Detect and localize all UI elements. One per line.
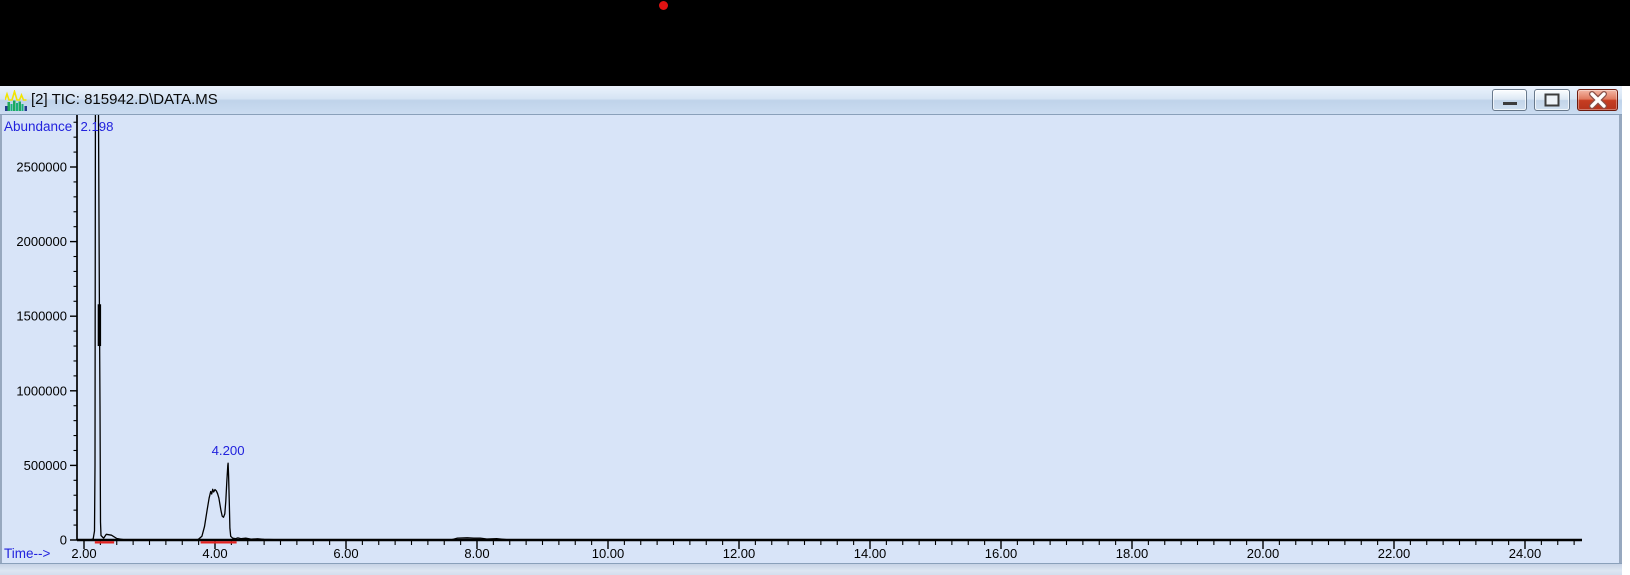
time-axis-label: Time--> bbox=[4, 546, 50, 561]
x-tick-label: 10.00 bbox=[592, 546, 625, 561]
y-tick-label: 2000000 bbox=[16, 234, 67, 249]
screen: [2] TIC: 815942.D\DATA.MS 0 500000 1000000… bbox=[0, 0, 1630, 575]
y-tick-label: 0 bbox=[60, 533, 67, 548]
x-tick-label: 6.00 bbox=[333, 546, 358, 561]
y-tick-label: 1000000 bbox=[16, 383, 67, 398]
x-tick-label: 14.00 bbox=[854, 546, 887, 561]
abundance-axis-label: Abundance bbox=[4, 119, 72, 134]
window-controls bbox=[1492, 89, 1618, 111]
titlebar[interactable]: [2] TIC: 815942.D\DATA.MS bbox=[0, 86, 1622, 115]
chromatogram-plot[interactable]: 0 500000 1000000 1500000 2000000 2500000 2.00 4… bbox=[2, 115, 1619, 563]
peak-label: 2.198 bbox=[80, 119, 113, 134]
minimize-button[interactable] bbox=[1492, 89, 1527, 111]
close-button[interactable] bbox=[1577, 89, 1618, 111]
x-tick-label: 2.00 bbox=[71, 546, 96, 561]
minimize-icon bbox=[1503, 102, 1517, 105]
plot-area: 0 500000 1000000 1500000 2000000 2500000 2.00 4… bbox=[0, 115, 1622, 563]
x-tick-label: 20.00 bbox=[1247, 546, 1280, 561]
red-record-dot-icon bbox=[659, 1, 668, 10]
maximize-button[interactable] bbox=[1534, 89, 1570, 111]
x-tick-label: 16.00 bbox=[985, 546, 1018, 561]
window-title: [2] TIC: 815942.D\DATA.MS bbox=[31, 91, 218, 108]
maximize-icon bbox=[1545, 94, 1560, 107]
tic-chromatogram-window: [2] TIC: 815942.D\DATA.MS 0 500000 1000000… bbox=[0, 86, 1622, 575]
x-tick-label: 22.00 bbox=[1378, 546, 1411, 561]
x-tick-label: 24.00 bbox=[1509, 546, 1542, 561]
chromatogram-icon bbox=[5, 90, 27, 112]
y-tick-label: 2500000 bbox=[16, 160, 67, 175]
top-black-band bbox=[0, 0, 1630, 86]
x-tick-label: 8.00 bbox=[464, 546, 489, 561]
close-icon bbox=[1587, 91, 1609, 109]
x-tick-label: 4.00 bbox=[202, 546, 227, 561]
tic-trace bbox=[77, 115, 1578, 540]
window-bottom-frame bbox=[0, 563, 1622, 575]
x-tick-label: 18.00 bbox=[1116, 546, 1149, 561]
x-tick-label: 12.00 bbox=[723, 546, 756, 561]
y-tick-label: 1500000 bbox=[16, 309, 67, 324]
y-tick-label: 500000 bbox=[24, 458, 67, 473]
peak-label: 4.200 bbox=[212, 443, 245, 458]
